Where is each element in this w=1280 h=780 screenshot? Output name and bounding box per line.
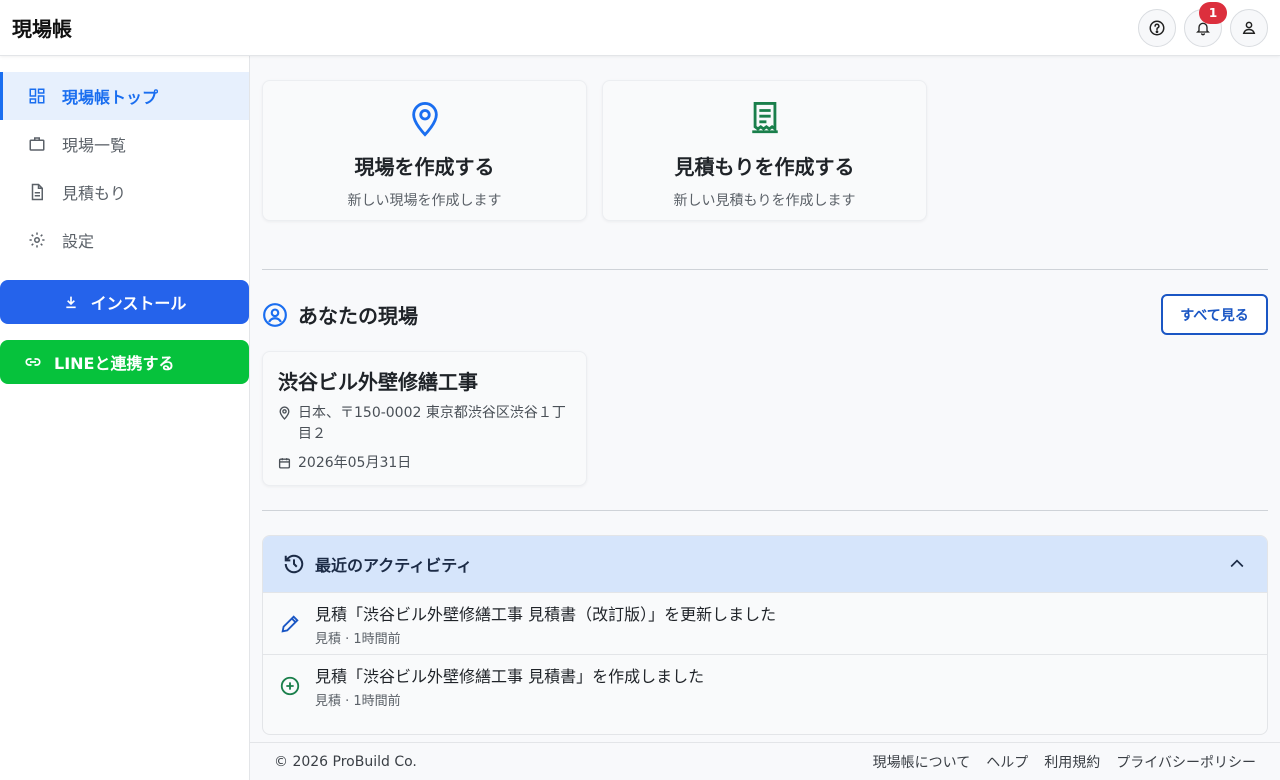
recent-activity-panel: 最近のアクティビティ 見積「渋谷ビル外壁修繕工事 見積書（改訂版）」を更新しまし… (262, 535, 1268, 735)
location-pin-icon (263, 99, 586, 139)
sidebar-item-sites[interactable]: 現場一覧 (0, 120, 249, 168)
footer-link-terms[interactable]: 利用規約 (1044, 752, 1100, 772)
activity-meta: 見積 · 1時間前 (315, 631, 401, 647)
my-sites-header: あなたの現場 (262, 300, 418, 329)
section-divider (262, 269, 1268, 270)
gear-icon (28, 231, 46, 249)
see-all-button[interactable]: すべて見る (1161, 294, 1268, 335)
section-title: あなたの現場 (298, 304, 418, 328)
chevron-up-icon[interactable] (1227, 554, 1247, 574)
document-icon (28, 183, 46, 201)
location-pin-icon (278, 403, 292, 445)
sidebar-item-label: 設定 (62, 232, 95, 251)
activity-item[interactable]: 見積「渋谷ビル外壁修繕工事 見積書」を作成しました 見積 · 1時間前 (263, 654, 1267, 716)
footer-link-help[interactable]: ヘルプ (986, 752, 1028, 772)
calendar-icon (278, 453, 292, 477)
card-title: 見積もりを作成する (674, 155, 855, 179)
install-label: インストール (90, 294, 187, 313)
sidebar-item-estimates[interactable]: 見積もり (0, 168, 249, 216)
create-estimate-card[interactable]: 見積もりを作成する 新しい見積もりを作成します (602, 80, 927, 221)
activity-meta: 見積 · 1時間前 (315, 693, 401, 709)
account-button[interactable] (1230, 8, 1268, 47)
help-icon (1149, 20, 1165, 35)
user-circle-icon (263, 302, 287, 327)
site-name: 渋谷ビル外壁修繕工事 (278, 370, 478, 394)
footer: © 2026 ProBuild Co. 現場帳について ヘルプ 利用規約 プライ… (250, 742, 1280, 780)
sidebar-item-label: 見積もり (62, 184, 127, 203)
help-button[interactable] (1138, 8, 1176, 47)
card-subtitle: 新しい現場を作成します (347, 193, 502, 209)
site-address-row: 日本、〒150-0002 東京都渋谷区渋谷１丁目２ (278, 403, 572, 445)
main-content: 現場を作成する 新しい現場を作成します 見積もりを作成する 新しい見積もりを作成… (250, 56, 1280, 742)
line-connect-button[interactable]: LINEと連携する (0, 340, 249, 384)
activity-header[interactable]: 最近のアクティビティ (263, 536, 1267, 592)
top-header: 現場帳 1 (0, 0, 1280, 56)
section-divider (262, 510, 1268, 511)
site-card[interactable]: 渋谷ビル外壁修繕工事 日本、〒150-0002 東京都渋谷区渋谷１丁目２ 202… (262, 351, 587, 486)
notification-badge: 1 (1199, 1, 1227, 24)
site-date-row: 2026年05月31日 (278, 453, 572, 477)
user-icon (1242, 21, 1256, 34)
site-date: 2026年05月31日 (298, 455, 412, 471)
sidebar: 現場帳トップ 現場一覧 見積もり 設定 インストール LINEと連携する (0, 56, 250, 780)
sidebar-item-label: 現場一覧 (62, 136, 127, 155)
copyright: © 2026 ProBuild Co. (274, 753, 417, 770)
sidebar-item-label: 現場帳トップ (62, 88, 159, 107)
footer-links: 現場帳について ヘルプ 利用規約 プライバシーポリシー (873, 752, 1256, 772)
app-title[interactable]: 現場帳 (12, 13, 72, 42)
pencil-icon (281, 614, 299, 633)
notifications-button[interactable]: 1 (1184, 1, 1227, 47)
card-subtitle: 新しい見積もりを作成します (673, 193, 856, 209)
footer-link-privacy[interactable]: プライバシーポリシー (1116, 752, 1256, 772)
line-connect-label: LINEと連携する (54, 354, 175, 373)
activity-title: 最近のアクティビティ (315, 556, 473, 575)
receipt-icon (603, 99, 926, 139)
briefcase-icon (28, 135, 46, 153)
create-site-card[interactable]: 現場を作成する 新しい現場を作成します (262, 80, 587, 221)
card-title: 現場を作成する (354, 155, 495, 179)
history-icon (284, 554, 304, 574)
header-actions: 1 (1138, 1, 1268, 47)
site-address: 日本、〒150-0002 東京都渋谷区渋谷１丁目２ (298, 405, 566, 442)
activity-text: 見積「渋谷ビル外壁修繕工事 見積書（改訂版）」を更新しました (315, 604, 777, 624)
footer-link-about[interactable]: 現場帳について (873, 752, 971, 772)
install-button[interactable]: インストール (0, 280, 249, 324)
sidebar-item-top[interactable]: 現場帳トップ (0, 72, 249, 120)
plus-circle-icon (280, 676, 300, 695)
activity-item[interactable]: 見積「渋谷ビル外壁修繕工事 見積書（改訂版）」を更新しました 見積 · 1時間前 (263, 592, 1267, 654)
activity-text: 見積「渋谷ビル外壁修繕工事 見積書」を作成しました (315, 666, 705, 686)
link-icon (25, 358, 41, 366)
sidebar-item-settings[interactable]: 設定 (0, 216, 249, 264)
download-icon (65, 296, 76, 309)
dashboard-icon (28, 87, 46, 105)
